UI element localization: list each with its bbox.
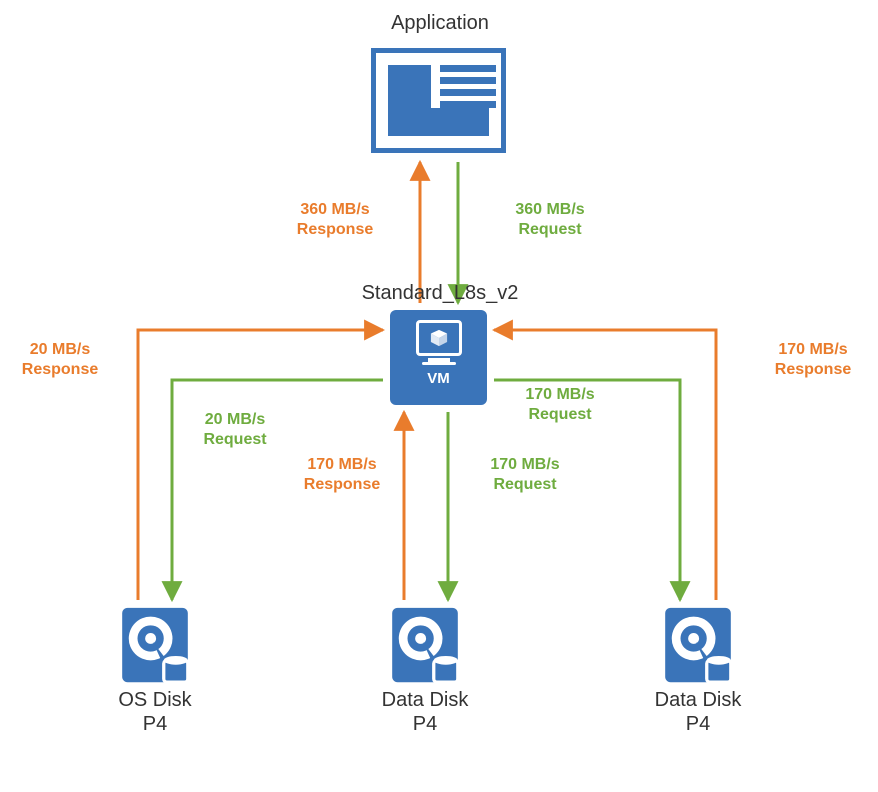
cube-icon xyxy=(430,329,448,347)
application-title: Application xyxy=(360,12,520,35)
os-disk-label: OS DiskP4 xyxy=(105,688,205,736)
label-d1-request: 170 MB/sRequest xyxy=(475,455,575,495)
vm-name: Standard_L8s_v2 xyxy=(355,282,525,305)
label-d2-request: 170 MB/sRequest xyxy=(510,385,610,425)
vm-caption: VM xyxy=(427,370,450,387)
label-d2-response: 170 MB/sResponse xyxy=(763,340,863,380)
label-d1-response: 170 MB/sResponse xyxy=(292,455,392,495)
label-os-request: 20 MB/sRequest xyxy=(190,410,280,450)
data-disk-1-icon xyxy=(390,605,460,685)
data-disk-1-label: Data DiskP4 xyxy=(370,688,480,736)
data-disk-2-icon xyxy=(663,605,733,685)
label-os-response: 20 MB/sResponse xyxy=(15,340,105,380)
os-disk-icon xyxy=(120,605,190,685)
label-app-request: 360 MB/sRequest xyxy=(500,200,600,240)
application-icon xyxy=(371,48,506,153)
label-app-response: 360 MB/sResponse xyxy=(285,200,385,240)
data-disk-2-label: Data DiskP4 xyxy=(643,688,753,736)
vm-icon: VM xyxy=(390,310,487,405)
